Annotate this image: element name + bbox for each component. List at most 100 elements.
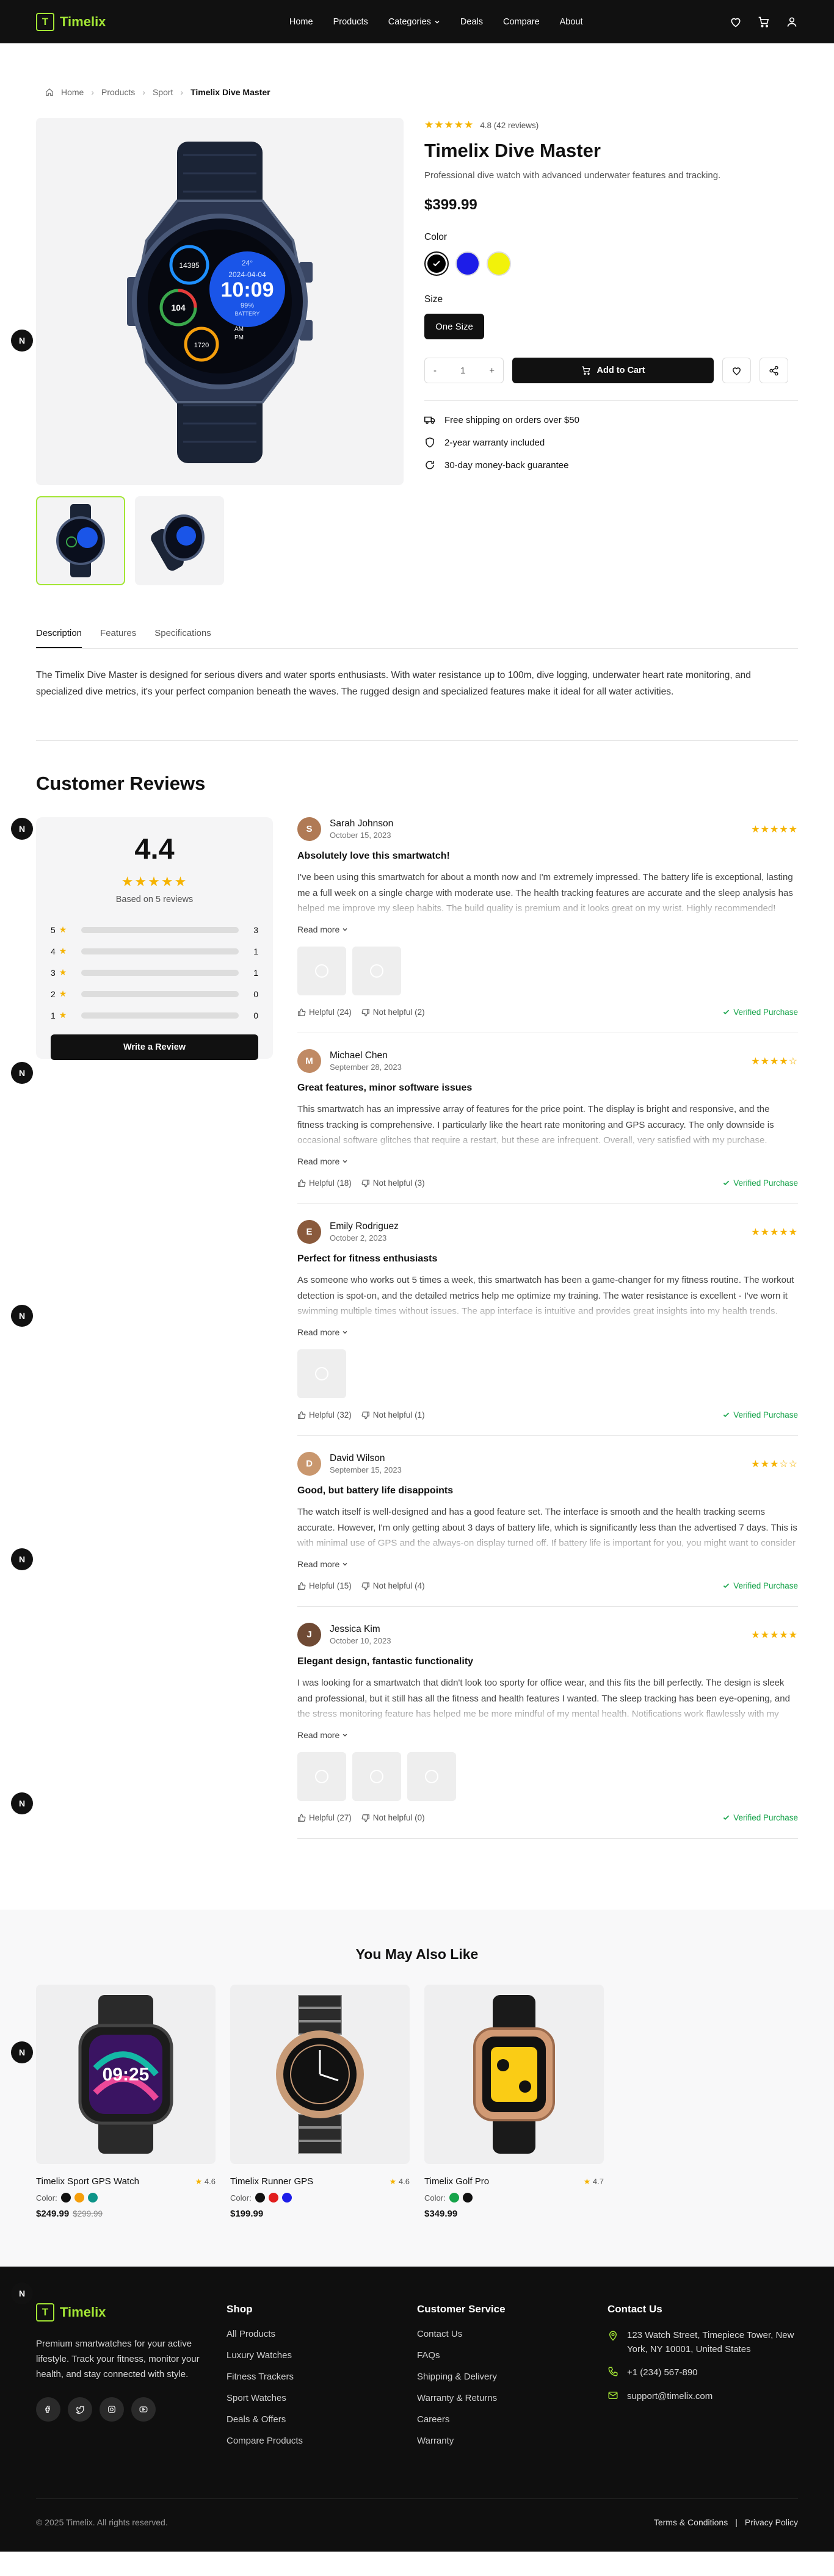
- floating-n-badge[interactable]: N: [11, 1062, 33, 1084]
- footer-link-shipping[interactable]: Shipping & Delivery: [417, 2372, 607, 2382]
- footer-link-sport[interactable]: Sport Watches: [227, 2393, 417, 2403]
- instagram-icon[interactable]: [100, 2397, 124, 2422]
- color-dot[interactable]: [281, 2193, 292, 2203]
- not-helpful-button[interactable]: Not helpful (4): [361, 1581, 425, 1590]
- privacy-link[interactable]: Privacy Policy: [745, 2517, 798, 2527]
- breadcrumb-sport[interactable]: Sport: [153, 87, 173, 97]
- product-card[interactable]: Timelix Golf Pro ★ 4.7 Color: $349.99: [424, 1985, 604, 2219]
- not-helpful-button[interactable]: Not helpful (0): [361, 1813, 425, 1822]
- footer-link-careers[interactable]: Careers: [417, 2414, 607, 2425]
- review-photo[interactable]: [297, 947, 346, 996]
- color-dot[interactable]: [268, 2193, 278, 2203]
- youtube-icon[interactable]: [131, 2397, 156, 2422]
- card-image[interactable]: 09:25: [36, 1985, 216, 2165]
- review-photo[interactable]: [297, 1752, 346, 1802]
- helpful-button[interactable]: Helpful (24): [297, 1008, 352, 1017]
- card-image[interactable]: [230, 1985, 410, 2165]
- read-more-button[interactable]: Read more: [297, 925, 798, 934]
- tab-specifications[interactable]: Specifications: [154, 628, 211, 648]
- nav-compare[interactable]: Compare: [503, 17, 540, 27]
- golf-watch-image: [473, 1995, 555, 2154]
- card-name[interactable]: Timelix Golf Pro: [424, 2176, 489, 2187]
- footer-link-deals[interactable]: Deals & Offers: [227, 2414, 417, 2425]
- card-image[interactable]: [424, 1985, 604, 2165]
- cart-icon[interactable]: [758, 16, 770, 28]
- product-card[interactable]: Timelix Runner GPS ★ 4.6 Color: $199.99: [230, 1985, 410, 2219]
- brand-logo[interactable]: T Timelix: [36, 12, 106, 31]
- qty-value[interactable]: 1: [460, 366, 465, 376]
- user-icon[interactable]: [786, 16, 798, 28]
- color-dot[interactable]: [462, 2193, 473, 2203]
- footer-logo[interactable]: T Timelix: [36, 2303, 227, 2322]
- floating-n-badge[interactable]: N: [11, 1792, 33, 1814]
- qty-plus-button[interactable]: +: [489, 366, 495, 376]
- review-photo[interactable]: [297, 1349, 346, 1399]
- not-helpful-button[interactable]: Not helpful (2): [361, 1008, 425, 1017]
- rating-text[interactable]: 4.8 (42 reviews): [480, 121, 538, 130]
- not-helpful-button[interactable]: Not helpful (1): [361, 1410, 425, 1420]
- truck-icon: [424, 416, 435, 424]
- read-more-button[interactable]: Read more: [297, 1730, 798, 1740]
- floating-n-badge[interactable]: N: [11, 2041, 33, 2063]
- footer-link-returns[interactable]: Warranty & Returns: [417, 2393, 607, 2403]
- nav-categories[interactable]: Categories: [388, 17, 440, 27]
- wishlist-button[interactable]: [722, 358, 751, 383]
- color-dot[interactable]: [74, 2193, 84, 2203]
- helpful-button[interactable]: Helpful (27): [297, 1813, 352, 1822]
- read-more-button[interactable]: Read more: [297, 1156, 798, 1166]
- color-swatch-blue[interactable]: [455, 251, 480, 276]
- floating-n-badge[interactable]: N: [11, 1548, 33, 1570]
- read-more-button[interactable]: Read more: [297, 1327, 798, 1337]
- add-to-cart-button[interactable]: Add to Cart: [512, 358, 714, 383]
- footer-email[interactable]: support@timelix.com: [607, 2390, 798, 2404]
- helpful-button[interactable]: Helpful (32): [297, 1410, 352, 1420]
- color-swatch-black[interactable]: [424, 251, 449, 276]
- heart-icon[interactable]: [730, 16, 742, 28]
- read-more-button[interactable]: Read more: [297, 1559, 798, 1569]
- floating-n-badge[interactable]: N: [11, 2282, 33, 2304]
- twitter-icon[interactable]: [68, 2397, 92, 2422]
- color-dot[interactable]: [87, 2193, 98, 2203]
- nav-home[interactable]: Home: [289, 17, 313, 27]
- facebook-icon[interactable]: [36, 2397, 60, 2422]
- review-photo[interactable]: [407, 1752, 456, 1802]
- product-card[interactable]: 09:25 Timelix Sport GPS Watch ★ 4.6 Colo…: [36, 1985, 216, 2219]
- color-dot[interactable]: [255, 2193, 265, 2203]
- footer-link-compare[interactable]: Compare Products: [227, 2436, 417, 2446]
- color-swatch-yellow[interactable]: [487, 251, 511, 276]
- color-dot[interactable]: [449, 2193, 459, 2203]
- nav-deals[interactable]: Deals: [460, 17, 483, 27]
- card-name[interactable]: Timelix Sport GPS Watch: [36, 2176, 139, 2187]
- terms-link[interactable]: Terms & Conditions: [654, 2517, 728, 2527]
- breadcrumb-products[interactable]: Products: [101, 87, 135, 97]
- floating-n-badge[interactable]: N: [11, 1305, 33, 1327]
- footer-link-luxury[interactable]: Luxury Watches: [227, 2350, 417, 2361]
- color-dot[interactable]: [60, 2193, 71, 2203]
- footer-link-contact[interactable]: Contact Us: [417, 2329, 607, 2339]
- footer-link-faqs[interactable]: FAQs: [417, 2350, 607, 2361]
- nav-about[interactable]: About: [560, 17, 583, 27]
- review-photo[interactable]: [352, 1752, 401, 1802]
- breadcrumb-home[interactable]: Home: [61, 87, 84, 97]
- size-option-one-size[interactable]: One Size: [424, 314, 484, 339]
- helpful-button[interactable]: Helpful (18): [297, 1178, 352, 1188]
- write-review-button[interactable]: Write a Review: [51, 1034, 258, 1061]
- floating-n-badge[interactable]: N: [11, 818, 33, 840]
- footer-phone[interactable]: +1 (234) 567-890: [607, 2366, 798, 2380]
- not-helpful-button[interactable]: Not helpful (3): [361, 1178, 425, 1188]
- share-button[interactable]: [760, 358, 788, 383]
- footer-link-all-products[interactable]: All Products: [227, 2329, 417, 2339]
- qty-minus-button[interactable]: -: [433, 366, 437, 376]
- review-photo[interactable]: [352, 947, 401, 996]
- nav-products[interactable]: Products: [333, 17, 368, 27]
- helpful-button[interactable]: Helpful (15): [297, 1581, 352, 1590]
- thumbnail-1[interactable]: [36, 496, 125, 585]
- tab-description[interactable]: Description: [36, 628, 82, 648]
- thumbnail-2[interactable]: [135, 496, 224, 585]
- footer-link-fitness[interactable]: Fitness Trackers: [227, 2372, 417, 2382]
- floating-n-badge[interactable]: N: [11, 330, 33, 352]
- footer-link-warranty[interactable]: Warranty: [417, 2436, 607, 2446]
- tab-features[interactable]: Features: [100, 628, 136, 648]
- card-name[interactable]: Timelix Runner GPS: [230, 2176, 313, 2187]
- product-main-image[interactable]: 24° 2024-04-04 10:09 99% BATTERY AM PM 1…: [36, 118, 404, 485]
